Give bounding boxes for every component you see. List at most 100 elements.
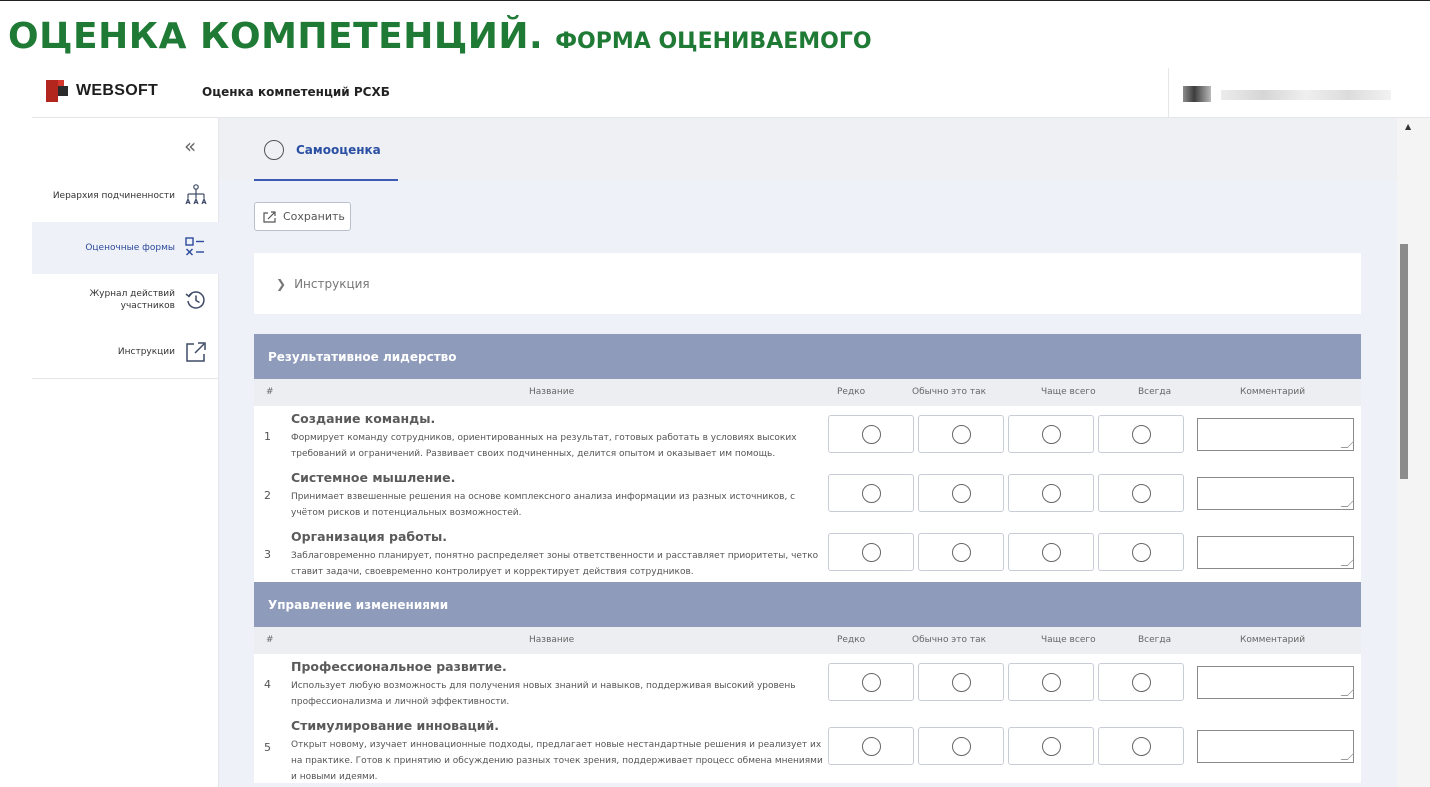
option-mostly[interactable] <box>1008 663 1094 701</box>
slide-title-sub: ФОРМА ОЦЕНИВАЕМОГО <box>555 29 872 54</box>
slide-title: ОЦЕНКА КОМПЕТЕНЦИЙ. ФОРМА ОЦЕНИВАЕМОГО <box>8 16 872 64</box>
row-num: 1 <box>264 430 271 443</box>
option-usually[interactable] <box>918 533 1004 571</box>
option-mostly[interactable] <box>1008 415 1094 453</box>
option-always[interactable] <box>1098 533 1184 571</box>
col-rarely: Редко <box>837 635 866 645</box>
option-rarely[interactable] <box>828 415 914 453</box>
sidebar-item-instructions[interactable]: Инструкции <box>32 326 219 378</box>
radio-icon <box>862 425 881 444</box>
option-usually[interactable] <box>918 727 1004 765</box>
radio-icon <box>1132 425 1151 444</box>
instruction-accordion[interactable]: ❯ Инструкция <box>254 253 1361 314</box>
section-title: Результативное лидерство <box>254 334 1361 379</box>
slide-title-main: ОЦЕНКА КОМПЕТЕНЦИЙ. <box>8 16 544 57</box>
option-mostly[interactable] <box>1008 474 1094 512</box>
hierarchy-icon <box>183 183 209 209</box>
main-content: Самооценка Сохранить ❯ Инструкция Резуль… <box>219 118 1397 787</box>
row-num: 3 <box>264 548 271 561</box>
sidebar-item-label: Оценочные формы <box>85 243 175 253</box>
save-button-label: Сохранить <box>283 210 345 223</box>
competency-desc: Заблаговременно планирует, понятно распр… <box>291 551 819 577</box>
scroll-up-icon[interactable]: ▲ <box>1405 122 1411 131</box>
table-row: 5 Стимулирование инноваций. Открыт новом… <box>254 713 1361 783</box>
option-rarely[interactable] <box>828 663 914 701</box>
row-num: 4 <box>264 678 271 691</box>
option-usually[interactable] <box>918 415 1004 453</box>
instruction-label: Инструкция <box>294 276 370 291</box>
app-header: WEBSOFT Оценка компетенций РСХБ <box>32 68 1430 118</box>
section-title: Управление изменениями <box>254 582 1361 627</box>
table-row: 1 Создание команды. Формирует команду со… <box>254 406 1361 465</box>
column-headers: # Название Редко Обычно это так Чаще все… <box>254 379 1361 406</box>
radio-icon <box>1132 737 1151 756</box>
comment-field[interactable] <box>1197 666 1354 699</box>
column-headers: # Название Редко Обычно это так Чаще все… <box>254 627 1361 654</box>
competency-desc: Формирует команду сотрудников, ориентиро… <box>291 433 797 459</box>
table-row: 4 Профессиональное развитие. Использует … <box>254 654 1361 713</box>
sidebar-nav: Иерархия подчиненности Оценочные формы Ж… <box>32 170 219 379</box>
col-usually: Обычно это так <box>912 635 987 645</box>
radio-icon <box>1042 484 1061 503</box>
collapse-sidebar-icon[interactable]: « <box>184 134 196 158</box>
option-always[interactable] <box>1098 415 1184 453</box>
save-icon <box>263 210 277 223</box>
option-mostly[interactable] <box>1008 533 1094 571</box>
col-mostly: Чаще всего <box>1041 635 1096 645</box>
option-mostly[interactable] <box>1008 727 1094 765</box>
competency-desc: Принимает взвешенные решения на основе к… <box>291 492 796 518</box>
comment-field[interactable] <box>1197 418 1354 451</box>
comment-field[interactable] <box>1197 536 1354 569</box>
radio-icon <box>862 737 881 756</box>
tab-self-assessment[interactable]: Самооценка <box>254 140 398 181</box>
row-num: 2 <box>264 489 271 502</box>
option-always[interactable] <box>1098 663 1184 701</box>
option-always[interactable] <box>1098 727 1184 765</box>
option-usually[interactable] <box>918 474 1004 512</box>
table-row: 3 Организация работы. Заблаговременно пл… <box>254 524 1361 583</box>
radio-icon <box>952 673 971 692</box>
option-rarely[interactable] <box>828 474 914 512</box>
sidebar: « Иерархия подчиненности Оценочные формы… <box>32 118 219 787</box>
scrollbar[interactable]: ▲ <box>1397 118 1430 787</box>
sidebar-item-hierarchy[interactable]: Иерархия подчиненности <box>32 170 219 222</box>
competency-title: Системное мышление. <box>291 470 456 485</box>
logo-text: WEBSOFT <box>76 82 159 99</box>
radio-icon <box>1132 673 1151 692</box>
radio-icon <box>862 543 881 562</box>
sidebar-item-label: Иерархия подчиненности <box>52 191 175 201</box>
competency-rows: 1 Создание команды. Формирует команду со… <box>254 406 1361 583</box>
save-button[interactable]: Сохранить <box>254 202 351 231</box>
col-always: Всегда <box>1138 387 1172 397</box>
col-rarely: Редко <box>837 387 866 397</box>
option-rarely[interactable] <box>828 727 914 765</box>
radio-icon <box>952 484 971 503</box>
comment-field[interactable] <box>1197 730 1354 763</box>
avatar <box>1183 86 1211 102</box>
col-num: # <box>266 387 274 397</box>
comment-field[interactable] <box>1197 477 1354 510</box>
option-rarely[interactable] <box>828 533 914 571</box>
radio-icon <box>1042 737 1061 756</box>
competency-desc: Использует любую возможность для получен… <box>291 681 796 707</box>
sidebar-item-label: Журнал действий участников <box>89 289 175 311</box>
user-profile[interactable] <box>1168 68 1430 118</box>
sidebar-item-forms[interactable]: Оценочные формы <box>32 222 219 274</box>
radio-icon <box>1042 425 1061 444</box>
col-usually: Обычно это так <box>912 387 987 397</box>
sidebar-item-journal[interactable]: Журнал действий участников <box>32 274 219 326</box>
competency-desc: Открыт новому, изучает инновационные под… <box>291 740 823 782</box>
radio-icon <box>1042 673 1061 692</box>
websoft-logo[interactable]: WEBSOFT <box>46 80 158 102</box>
col-name: Название <box>529 635 575 645</box>
col-comment: Комментарий <box>1240 635 1306 645</box>
col-name: Название <box>529 387 575 397</box>
col-num: # <box>266 635 274 645</box>
option-usually[interactable] <box>918 663 1004 701</box>
competency-title: Создание команды. <box>291 411 436 426</box>
scrollbar-thumb[interactable] <box>1400 244 1408 479</box>
col-mostly: Чаще всего <box>1041 387 1096 397</box>
radio-icon <box>952 425 971 444</box>
option-always[interactable] <box>1098 474 1184 512</box>
radio-icon <box>952 543 971 562</box>
